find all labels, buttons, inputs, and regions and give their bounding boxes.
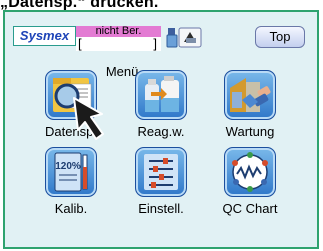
status-badge: nicht Ber. xyxy=(76,26,161,37)
status-icons xyxy=(166,26,204,48)
kalib-label: Kalib. xyxy=(54,201,88,216)
settings-sliders-icon xyxy=(144,154,178,190)
brand-logo: Sysmex xyxy=(13,26,76,46)
reagw-label: Reag.w. xyxy=(137,124,185,139)
einstell-label: Einstell. xyxy=(138,201,184,216)
svg-text:120%: 120% xyxy=(55,161,81,172)
bracket-open: [ xyxy=(78,36,82,51)
einstell-button[interactable] xyxy=(135,147,187,197)
reagw-button[interactable] xyxy=(135,70,187,120)
qc-chart-button[interactable] xyxy=(224,147,276,197)
reagent-bottles-icon xyxy=(145,76,179,112)
maintenance-icon xyxy=(230,78,271,112)
kalib-button[interactable]: 120% xyxy=(45,147,97,197)
usb-status-icon xyxy=(166,27,202,48)
menu-label: Menü xyxy=(105,64,139,79)
wartung-button[interactable] xyxy=(224,70,276,120)
wartung-label: Wartung xyxy=(225,124,275,139)
calibration-icon: 120% xyxy=(54,152,88,192)
qc-chart-icon xyxy=(232,152,268,192)
pointer-arrow-icon xyxy=(73,97,104,140)
bracket-close: ] xyxy=(153,36,157,51)
menu-field[interactable]: [ Menü ] xyxy=(76,36,161,79)
qc-chart-label: QC Chart xyxy=(222,201,278,216)
top-button[interactable]: Top xyxy=(255,26,305,48)
